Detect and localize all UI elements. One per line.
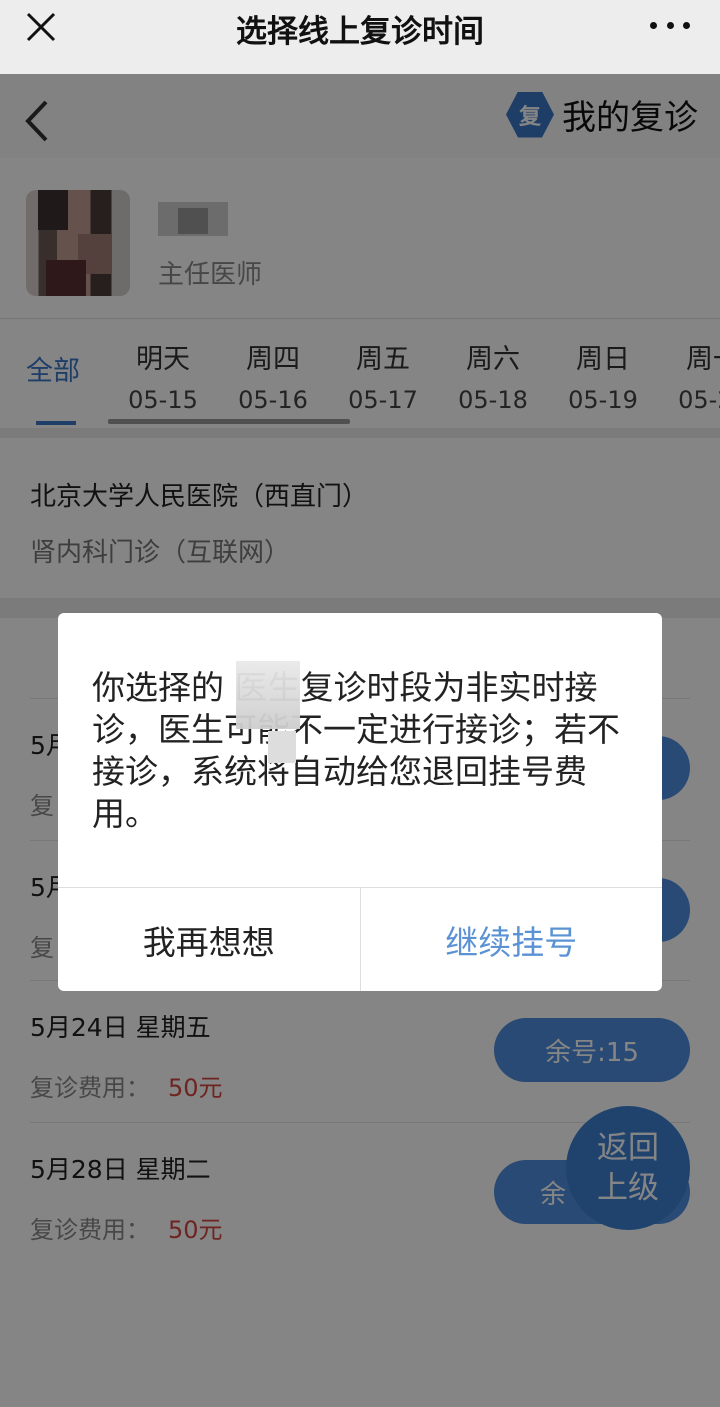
redacted-mark xyxy=(268,731,296,763)
dialog-message: 你选择的 医生复诊时段为非实时接诊，医生可能不一定进行接诊；若不接诊，系统将自动… xyxy=(92,668,620,833)
close-icon[interactable] xyxy=(24,10,58,44)
titlebar: 选择线上复诊时间 xyxy=(0,0,720,74)
page-title: 选择线上复诊时间 xyxy=(236,13,484,50)
cancel-button[interactable]: 我再想想 xyxy=(58,888,361,991)
confirm-dialog: 你选择的 医生复诊时段为非实时接诊，医生可能不一定进行接诊；若不接诊，系统将自动… xyxy=(58,613,662,991)
redacted-name xyxy=(236,661,300,729)
dialog-actions: 我再想想 继续挂号 xyxy=(58,887,662,991)
more-options-icon[interactable] xyxy=(650,10,690,40)
continue-register-button[interactable]: 继续挂号 xyxy=(361,888,663,991)
